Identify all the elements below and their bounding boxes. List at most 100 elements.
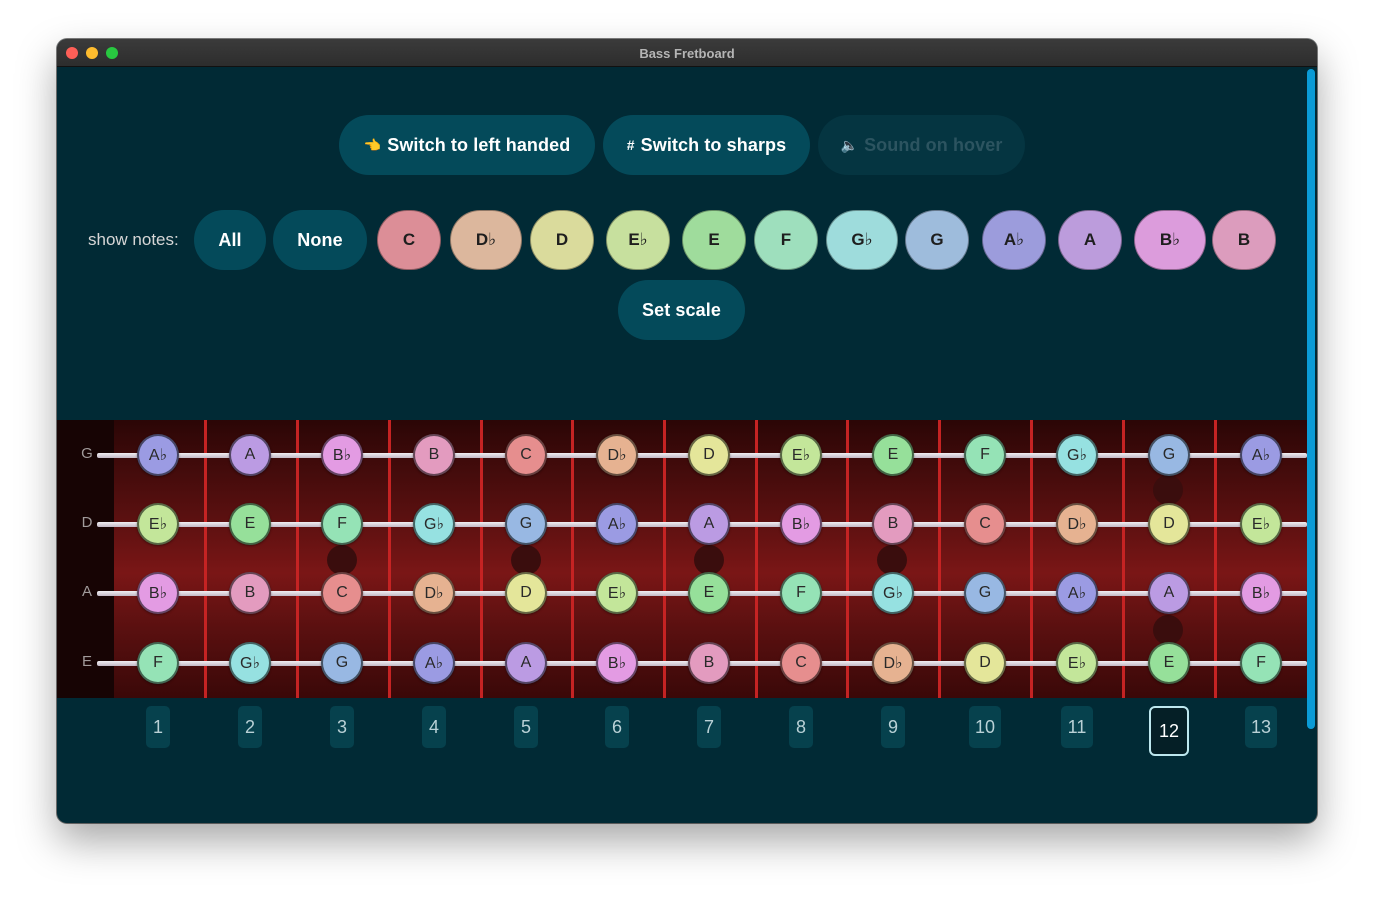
fret-note[interactable]: D [688,434,730,476]
fret-note[interactable]: E♭ [1240,503,1282,545]
fret-note[interactable]: A♭ [1056,572,1098,614]
fret-note[interactable]: B♭ [1240,572,1282,614]
fret-note[interactable]: A♭ [137,434,179,476]
fret-number[interactable]: 4 [422,706,446,748]
fret-wire [296,420,299,698]
fret-note[interactable]: A♭ [413,642,455,684]
fret-wire [480,420,483,698]
fret-note[interactable]: D♭ [596,434,638,476]
fret-number[interactable]: 13 [1245,706,1277,748]
note-filter-button[interactable]: A [1058,210,1122,270]
fret-note[interactable]: B [872,503,914,545]
speaker-icon: 🔈 [840,136,859,153]
fret-note[interactable]: D [1148,503,1190,545]
note-filter-button[interactable]: E♭ [606,210,670,270]
fret-note[interactable]: B [688,642,730,684]
fret-note[interactable]: G♭ [413,503,455,545]
note-filter-button[interactable]: B [1212,210,1276,270]
fret-number[interactable]: 5 [514,706,538,748]
vertical-scrollbar[interactable] [1307,69,1315,729]
fret-note[interactable]: D♭ [413,572,455,614]
fret-note[interactable]: G [321,642,363,684]
fret-note[interactable]: B♭ [137,572,179,614]
fret-wire [1214,420,1217,698]
show-all-button[interactable]: All [194,210,266,270]
fret-note[interactable]: D [505,572,547,614]
fret-number[interactable]: 2 [238,706,262,748]
fret-note[interactable]: A♭ [596,503,638,545]
sound-on-hover-button[interactable]: 🔈 Sound on hover [818,115,1025,175]
fret-note[interactable]: A [229,434,271,476]
fret-note[interactable]: F [1240,642,1282,684]
fret-note[interactable]: G♭ [229,642,271,684]
fret-note[interactable]: B [413,434,455,476]
window-title: Bass Fretboard [639,46,735,61]
fret-note[interactable]: A [505,642,547,684]
fret-note[interactable]: D [964,642,1006,684]
fret-note[interactable]: D♭ [872,642,914,684]
fret-inlay-marker [877,545,907,575]
show-none-button[interactable]: None [273,210,367,270]
fret-note[interactable]: E♭ [1056,642,1098,684]
fret-number[interactable]: 3 [330,706,354,748]
note-filter-button[interactable]: G♭ [826,210,898,270]
fret-wire [1030,420,1033,698]
fret-note[interactable]: A [688,503,730,545]
note-filter-button[interactable]: D [530,210,594,270]
fret-wire [846,420,849,698]
fret-note[interactable]: G [1148,434,1190,476]
fret-note[interactable]: A♭ [1240,434,1282,476]
fret-note[interactable]: F [321,503,363,545]
string-label: E [81,653,92,670]
fret-note[interactable]: G [505,503,547,545]
fret-note[interactable]: E [229,503,271,545]
sharps-label: Switch to sharps [640,134,787,155]
sharps-button[interactable]: # Switch to sharps [603,115,810,175]
fret-number[interactable]: 10 [969,706,1001,748]
fret-note[interactable]: C [321,572,363,614]
fret-note[interactable]: E [872,434,914,476]
fret-note[interactable]: E [1148,642,1190,684]
fret-note[interactable]: E♭ [596,572,638,614]
fretboard: G A♭ A B♭ B C D♭ D E♭ E F G♭ G A♭ D E♭ E F G♭ G A♭ A B♭ B C D♭ D E♭… [57,420,1307,698]
fret-note[interactable]: G♭ [1056,434,1098,476]
note-filter-button[interactable]: E [682,210,746,270]
fret-number[interactable]: 1 [146,706,170,748]
fret-note[interactable]: F [137,642,179,684]
string-label: A [81,583,92,600]
note-filter-button[interactable]: F [754,210,818,270]
fret-note[interactable]: C [780,642,822,684]
fret-note[interactable]: E♭ [780,434,822,476]
fret-number[interactable]: 6 [605,706,629,748]
fret-number[interactable]: 9 [881,706,905,748]
fret-note[interactable]: E [688,572,730,614]
set-scale-button[interactable]: Set scale [618,280,745,340]
fret-note[interactable]: C [505,434,547,476]
fret-note[interactable]: C [964,503,1006,545]
fret-note[interactable]: F [964,434,1006,476]
note-filter-button[interactable]: B♭ [1134,210,1206,270]
fret-note[interactable]: B [229,572,271,614]
title-bar: Bass Fretboard [57,39,1317,67]
note-filter-button[interactable]: G [905,210,969,270]
fret-note[interactable]: G♭ [872,572,914,614]
fret-note[interactable]: B♭ [596,642,638,684]
fret-note[interactable]: D♭ [1056,503,1098,545]
pointing-hand-icon: 👈 [363,136,382,153]
fret-note[interactable]: B♭ [780,503,822,545]
note-filter-button[interactable]: C [377,210,441,270]
fret-note[interactable]: E♭ [137,503,179,545]
app-window: Bass Fretboard 👈 Switch to left handed #… [57,39,1317,823]
note-filter-button[interactable]: A♭ [982,210,1046,270]
fret-note[interactable]: A [1148,572,1190,614]
fret-number-selected[interactable]: 12 [1149,706,1189,756]
fret-note[interactable]: G [964,572,1006,614]
left-handed-button[interactable]: 👈 Switch to left handed [339,115,595,175]
fret-note[interactable]: F [780,572,822,614]
fret-number[interactable]: 11 [1061,706,1093,748]
fret-number[interactable]: 8 [789,706,813,748]
left-handed-label: Switch to left handed [387,134,571,155]
fret-number[interactable]: 7 [697,706,721,748]
note-filter-button[interactable]: D♭ [450,210,522,270]
fret-note[interactable]: B♭ [321,434,363,476]
